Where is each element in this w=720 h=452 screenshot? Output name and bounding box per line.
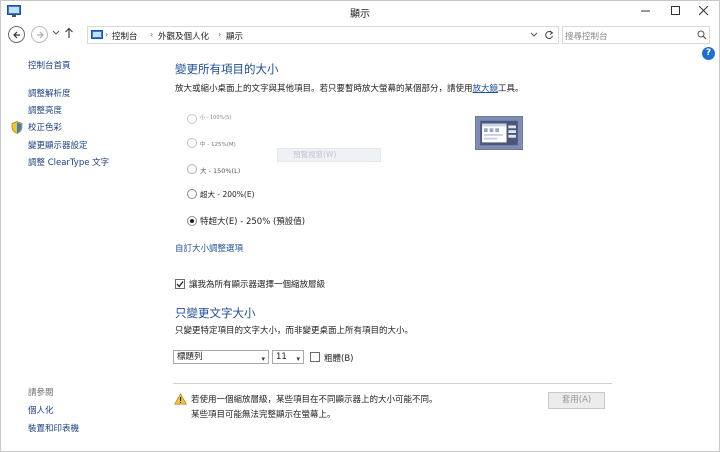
size-label-large: 大 - 150%(L) — [200, 167, 241, 175]
minimize-button[interactable] — [631, 1, 661, 21]
text-size-select-value: 11 — [276, 352, 287, 362]
custom-size-link-text[interactable]: 自訂大小調整選項 — [175, 244, 243, 254]
chevron-down-icon — [52, 30, 60, 35]
checkmark-icon — [176, 281, 184, 288]
warning-line-1: 若使用一個縮放層級，某些項目在不同顯示器上的大小可能不同。 — [191, 395, 438, 405]
description-text: 放大或縮小桌面上的文字與其他項目。若只要暫時放大螢幕的某個部分，請使用 — [175, 84, 473, 94]
breadcrumb-separator: › — [105, 30, 109, 39]
close-icon — [699, 6, 709, 16]
breadcrumb-control-panel[interactable]: 控制台 — [112, 30, 138, 42]
size-label-small: 小 - 100%(S) — [200, 115, 232, 121]
control-panel-window: 顯示 › 控制台 › 外觀及個人化 › 顯示 搜尋控制台 ? 控制台首頁 調整解… — [0, 0, 720, 452]
sidebar-item-personalization[interactable]: 個人化 — [28, 404, 54, 416]
size-radio-large[interactable] — [187, 164, 197, 174]
search-icon[interactable] — [697, 30, 707, 40]
sidebar-item-devices-printers[interactable]: 裝置和印表機 — [28, 422, 79, 434]
sidebar-item-calibrate-color[interactable]: 校正色彩 — [28, 121, 62, 133]
bold-checkbox[interactable] — [310, 352, 320, 362]
text-item-select[interactable]: 標題列 ▾ — [173, 350, 269, 364]
sidebar-item-cleartype[interactable]: 調整 ClearType 文字 — [28, 156, 109, 168]
refresh-icon[interactable] — [544, 30, 554, 40]
custom-size-link[interactable]: 自訂大小調整選項 — [175, 242, 243, 254]
forward-button[interactable] — [31, 26, 48, 43]
divider — [173, 383, 612, 384]
arrow-right-icon — [36, 31, 44, 38]
text-item-select-value: 標題列 — [177, 352, 203, 362]
address-bar: › 控制台 › 外觀及個人化 › 顯示 搜尋控制台 — [1, 23, 719, 47]
title-bar: 顯示 — [1, 1, 719, 23]
sidebar-item-brightness[interactable]: 調整亮度 — [28, 104, 62, 116]
per-display-scaling-checkbox[interactable] — [175, 279, 185, 289]
description-suffix: 工具。 — [498, 84, 524, 94]
breadcrumb-display[interactable]: 顯示 — [226, 30, 243, 42]
search-input[interactable]: 搜尋控制台 — [562, 26, 710, 44]
warning-line-2: 某些項目可能無法完整顯示在螢幕上。 — [191, 410, 336, 420]
text-size-heading: 只變更文字大小 — [175, 306, 256, 320]
chevron-down-icon: ▾ — [261, 355, 265, 363]
back-button[interactable] — [8, 26, 25, 43]
size-radio-xx-large[interactable] — [187, 216, 197, 226]
size-radio-small[interactable] — [187, 114, 197, 124]
up-button[interactable] — [64, 27, 74, 42]
size-label-xx-large: 特超大(E) - 250% (預設值) — [200, 217, 306, 227]
window-title: 顯示 — [350, 9, 370, 20]
sidebar-item-resolution[interactable]: 調整解析度 — [28, 87, 71, 99]
see-also-heading: 請參閱 — [28, 388, 54, 398]
maximize-icon — [671, 6, 680, 15]
size-radio-medium[interactable] — [187, 138, 197, 148]
text-size-description: 只變更特定項目的文字大小，而非變更桌面上所有項目的大小。 — [175, 326, 414, 336]
breadcrumb-separator: › — [218, 30, 222, 39]
size-radio-extra-large[interactable] — [187, 189, 197, 199]
search-placeholder: 搜尋控制台 — [565, 32, 608, 42]
preview-thumbnail — [475, 116, 523, 150]
chevron-down-icon: ▾ — [296, 355, 300, 363]
bold-checkbox-label: 粗體(B) — [324, 354, 354, 364]
minimize-icon — [641, 10, 650, 12]
chevron-down-icon[interactable] — [530, 31, 538, 39]
arrow-up-icon — [65, 27, 73, 38]
control-panel-icon — [91, 30, 103, 39]
help-icon: ? — [705, 48, 712, 58]
magnifier-link[interactable]: 放大鏡 — [473, 84, 499, 94]
shield-icon — [11, 121, 23, 134]
close-button[interactable] — [689, 1, 719, 21]
apply-button[interactable]: 套用(A) — [548, 392, 605, 409]
breadcrumb-separator: › — [150, 30, 154, 39]
warning-icon — [174, 393, 187, 405]
per-display-scaling-label: 讓我為所有顯示器選擇一個縮放層級 — [189, 280, 326, 290]
arrow-left-icon — [12, 31, 20, 38]
preview-label-text: 預覽視窗(W) — [293, 150, 337, 159]
page-title: 變更所有項目的大小 — [175, 62, 279, 76]
help-button[interactable]: ? — [702, 47, 715, 60]
sidebar-item-home[interactable]: 控制台首頁 — [28, 59, 71, 71]
text-size-select[interactable]: 11 ▾ — [272, 350, 304, 364]
page-description: 放大或縮小桌面上的文字與其他項目。若只要暫時放大螢幕的某個部分，請使用放大鏡工具… — [175, 82, 524, 94]
preview-window-label: 預覽視窗(W) — [277, 148, 381, 162]
size-label-extra-large: 超大 - 200%(E) — [200, 190, 255, 199]
address-field[interactable]: › 控制台 › 外觀及個人化 › 顯示 — [87, 26, 559, 44]
maximize-button[interactable] — [661, 1, 691, 21]
size-label-medium: 中 - 125%(M) — [200, 142, 236, 148]
sidebar-item-display-settings[interactable]: 變更顯示器設定 — [28, 139, 88, 151]
breadcrumb-appearance[interactable]: 外觀及個人化 — [158, 30, 209, 42]
recent-locations-button[interactable] — [52, 29, 60, 40]
